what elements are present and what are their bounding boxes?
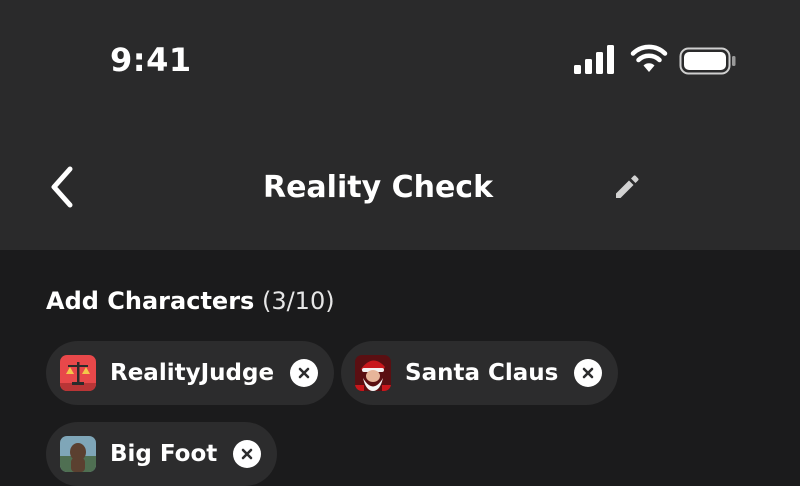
remove-character-button[interactable]	[574, 359, 603, 387]
pencil-icon	[616, 175, 639, 198]
add-characters-heading: Add Characters (3/10)	[46, 284, 335, 318]
close-circle-icon	[583, 367, 594, 379]
character-chip-realityjudge[interactable]: RealityJudge	[46, 341, 335, 405]
remove-character-button[interactable]	[233, 440, 262, 468]
header-area: 9:41 Reality Check	[0, 0, 800, 250]
remove-character-button[interactable]	[290, 359, 319, 387]
heading-text: Add Characters	[46, 287, 255, 315]
status-time: 9:41	[110, 41, 192, 79]
character-chip-santa-claus[interactable]: Santa Claus	[341, 341, 619, 405]
chip-label: Santa Claus	[405, 360, 559, 386]
character-chip-big-foot[interactable]: Big Foot	[46, 422, 278, 486]
scales-avatar	[60, 355, 96, 391]
edit-button[interactable]	[604, 164, 650, 210]
wifi-icon	[630, 44, 668, 72]
signal-icon	[574, 45, 614, 74]
santa-avatar	[355, 355, 391, 391]
battery-icon	[679, 47, 736, 75]
bigfoot-avatar	[60, 436, 96, 472]
character-count: (3/10)	[261, 287, 335, 315]
chip-label: RealityJudge	[110, 360, 275, 386]
close-circle-icon	[298, 367, 310, 379]
chip-label: Big Foot	[110, 441, 218, 467]
